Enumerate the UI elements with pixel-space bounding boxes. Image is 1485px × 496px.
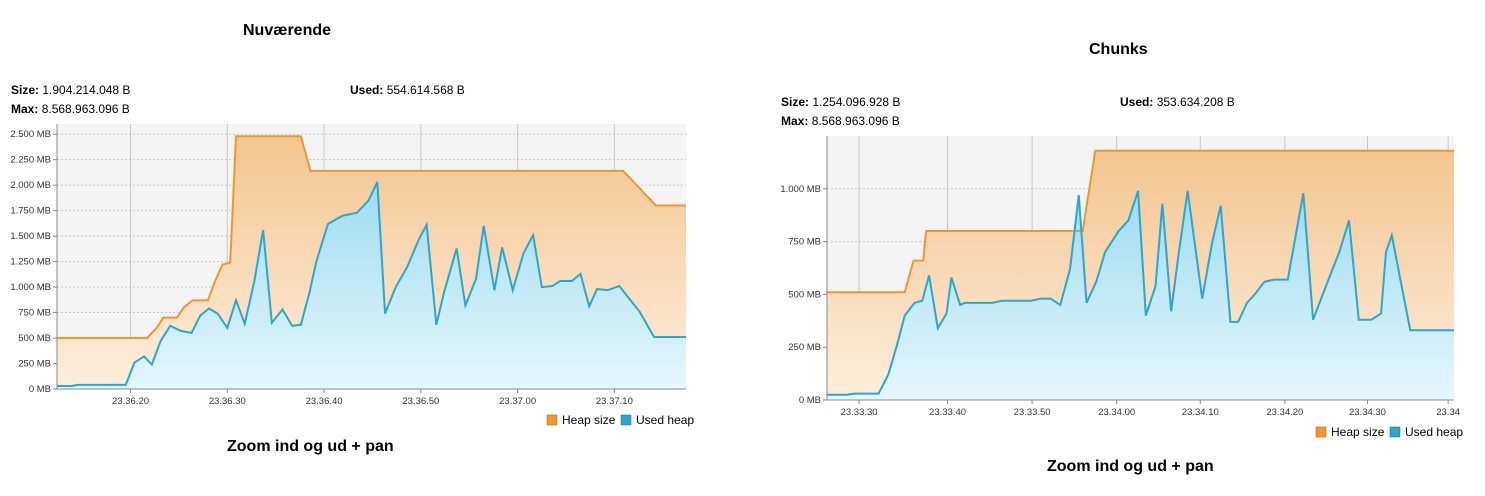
x-tick-label: 23.34.20 [1266,407,1303,418]
legend-label-heap-size: Heap size [562,413,616,427]
x-tick-label: 23.36.30 [209,396,246,407]
y-tick-label: 1.500 MB [10,231,51,242]
y-tick-label: 1.000 MB [780,184,821,195]
x-tick-label: 23.34.00 [1098,407,1135,418]
y-tick-label: 0 MB [29,384,51,395]
x-tick-label: 23.34.30 [1349,407,1386,418]
y-tick-label: 750 MB [788,237,821,248]
heap-chart[interactable]: 0 MB 250 MB 500 MB 750 MB 1.000 MB 1.250 MB 1.… [0,0,740,496]
y-tick-label: 500 MB [18,333,51,344]
chart-caption: Zoom ind og ud + pan [227,438,394,455]
x-tick-label: 23.33.30 [841,407,878,418]
y-tick-label: 750 MB [18,308,51,319]
legend-swatch-heap-size [546,414,558,426]
legend-swatch-used-heap [1389,426,1401,438]
y-tick-label: 2.000 MB [10,180,51,191]
x-tick-label: 23.33.40 [929,407,966,418]
legend-label-used-heap: Used heap [636,413,694,427]
chart-legend: Heap size Used heap [1315,425,1463,439]
y-tick-label: 2.250 MB [10,155,51,166]
y-tick-label: 1.250 MB [10,257,51,268]
y-tick-label: 250 MB [18,359,51,370]
y-tick-label: 0 MB [799,395,821,406]
chart-legend: Heap size Used heap [546,413,694,427]
x-tick-label: 23.37.10 [596,396,633,407]
y-tick-label: 250 MB [788,342,821,353]
x-tick-label: 23.36.20 [112,396,149,407]
chart-caption: Zoom ind og ud + pan [1047,458,1214,475]
x-tick-label: 23.33.50 [1014,407,1051,418]
heap-chart[interactable]: 0 MB 250 MB 500 MB 750 MB 1.000 MB 23.33.30 23… [770,0,1485,496]
chart-panel-chunks: Chunks Size: 1.254.096.928 B Max: 8.568.… [770,0,1485,496]
x-tick-label: 23.36.50 [402,396,439,407]
legend-swatch-used-heap [620,414,632,426]
y-tick-label: 1.750 MB [10,206,51,217]
x-tick-label: 23.37.00 [499,396,536,407]
chart-panel-nuvaerende: Nuværende Size: 1.904.214.048 B Max: 8.5… [0,0,740,496]
legend-swatch-heap-size [1315,426,1327,438]
y-tick-label: 500 MB [788,289,821,300]
x-tick-label: 23.34 [1436,407,1460,418]
legend-label-heap-size: Heap size [1331,425,1385,439]
x-tick-label: 23.34.10 [1182,407,1219,418]
x-tick-label: 23.36.40 [306,396,343,407]
y-tick-label: 2.500 MB [10,129,51,140]
y-tick-label: 1.000 MB [10,282,51,293]
legend-label-used-heap: Used heap [1405,425,1463,439]
